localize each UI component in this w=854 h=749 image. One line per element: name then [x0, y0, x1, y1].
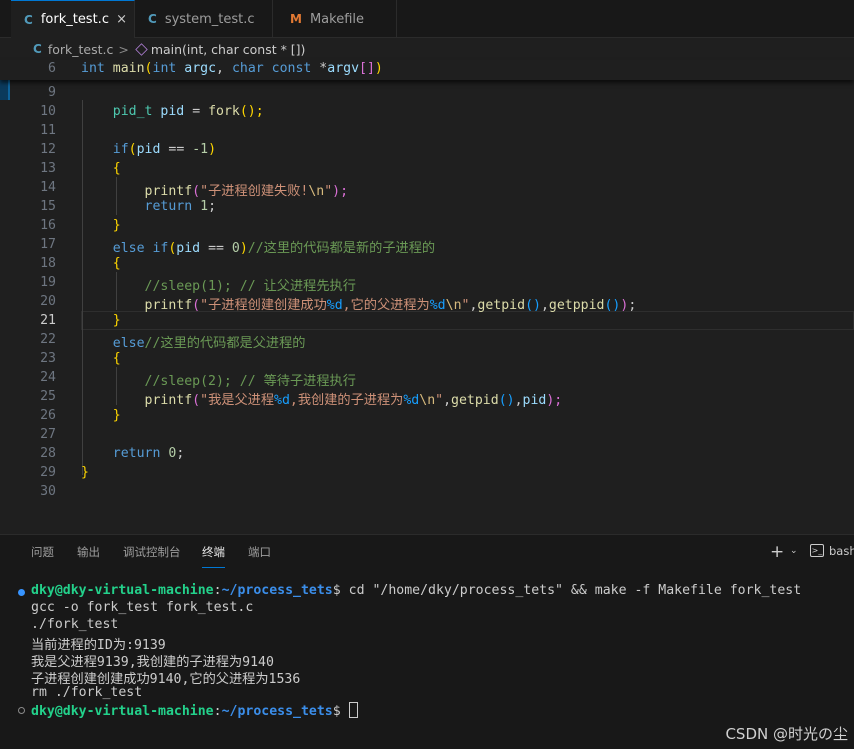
code-line-16: }: [112, 218, 121, 233]
terminal-line: dky@dky-virtual-machine:~/process_tets$ …: [31, 583, 802, 598]
terminal-output-line: ./fork_test: [31, 617, 119, 632]
line-number: 28: [40, 446, 56, 461]
line-number: 6: [48, 61, 56, 76]
code-editor[interactable]: 6 int main(int argc, char const *argv[])…: [0, 60, 854, 534]
tab-problems[interactable]: 问题: [31, 544, 54, 560]
breadcrumb-symbol[interactable]: main(int, char const * []): [151, 42, 306, 57]
new-terminal-plus-icon[interactable]: +: [770, 542, 784, 562]
terminal-shell-label[interactable]: bash: [829, 544, 854, 558]
tab-debug-console[interactable]: 调试控制台: [123, 544, 181, 560]
bottom-panel: 问题 输出 调试控制台 终端 端口 + ⌄ >_ bash dky@dky-vi…: [0, 534, 854, 749]
terminal-output-line: rm ./fork_test: [31, 685, 143, 700]
line-number: 17: [40, 237, 56, 252]
line-number: 18: [40, 256, 56, 271]
symbol-method-icon: [135, 42, 148, 56]
tab-label: fork_test.c: [40, 12, 109, 27]
tab-terminal[interactable]: 终端: [202, 544, 225, 568]
tab-makefile[interactable]: M Makefile: [273, 0, 397, 38]
sticky-scroll-header[interactable]: 6 int main(int argc, char const *argv[]): [0, 60, 854, 80]
editor-tab-bar: C fork_test.c × C system_test.c M Makefi…: [0, 0, 854, 38]
tab-output[interactable]: 输出: [77, 544, 100, 560]
code-line-15: return 1;: [144, 199, 217, 214]
line-number: 12: [40, 142, 56, 157]
watermark: CSDN @时光の尘: [725, 725, 848, 743]
tab-ports[interactable]: 端口: [248, 544, 271, 560]
close-icon[interactable]: ×: [116, 12, 127, 27]
line-number: 19: [40, 275, 56, 290]
line-number: 11: [40, 123, 56, 138]
line-number: 24: [40, 370, 56, 385]
line-number: 23: [40, 351, 56, 366]
line-number: 14: [40, 180, 56, 195]
tab-label: system_test.c: [164, 11, 255, 27]
code-line-20: printf("子进程创建创建成功%d,它的父进程为%d\n",getpid()…: [144, 298, 637, 313]
line-number: 16: [40, 218, 56, 233]
c-file-icon: C: [33, 42, 42, 56]
tab-system-test-c[interactable]: C system_test.c: [135, 0, 273, 38]
code-line-21: }: [112, 313, 121, 328]
c-file-icon: C: [24, 12, 33, 27]
breadcrumb: C fork_test.c > main(int, char const * […: [0, 38, 854, 60]
command-success-decoration-icon[interactable]: [18, 589, 25, 596]
terminal-output-line: gcc -o fork_test fork_test.c: [31, 600, 254, 615]
command-pending-decoration-icon[interactable]: [18, 707, 25, 714]
terminal-prompt-line[interactable]: dky@dky-virtual-machine:~/process_tets$: [31, 702, 358, 719]
line-number: 29: [40, 465, 56, 480]
code-line-29: }: [81, 465, 89, 480]
line-number: 30: [40, 484, 56, 499]
code-line-18: {: [112, 256, 121, 271]
chevron-down-icon[interactable]: ⌄: [790, 546, 798, 556]
line-number: 13: [40, 161, 56, 176]
current-line-highlight: [81, 311, 854, 330]
breadcrumb-file[interactable]: fork_test.c: [48, 42, 114, 57]
code-line-12: if(pid == -1): [112, 142, 217, 157]
code-line-24: //sleep(2); // 等待子进程执行: [144, 374, 356, 389]
c-file-icon: C: [148, 12, 157, 26]
code-line-10: pid_t pid = fork();: [112, 104, 264, 119]
line-number: 26: [40, 408, 56, 423]
tab-fork-test-c[interactable]: C fork_test.c ×: [11, 0, 135, 38]
gutter-change-marker: [0, 80, 10, 100]
line-number: 20: [40, 294, 56, 309]
makefile-icon: M: [290, 12, 302, 26]
sticky-code: int main(int argc, char const *argv[]): [81, 61, 383, 76]
code-line-13: {: [112, 161, 121, 176]
line-number: 9: [48, 85, 56, 100]
line-number: 25: [40, 389, 56, 404]
panel-tab-bar: 问题 输出 调试控制台 终端 端口 + ⌄ >_ bash: [0, 535, 854, 569]
code-line-23: {: [112, 351, 121, 366]
code-line-26: }: [112, 408, 121, 423]
line-number: 27: [40, 427, 56, 442]
tab-label: Makefile: [309, 11, 364, 27]
terminal-shell-icon: >_: [810, 544, 824, 557]
code-line-17: else if(pid == 0)//这里的代码都是新的子进程的: [112, 241, 436, 256]
code-line-19: //sleep(1); // 让父进程先执行: [144, 279, 356, 294]
line-number: 21: [40, 313, 56, 328]
code-line-14: printf("子进程创建失败!\n");: [144, 184, 349, 199]
code-line-22: else//这里的代码都是父进程的: [112, 336, 306, 351]
code-line-28: return 0;: [112, 446, 185, 461]
terminal-cursor: [348, 702, 358, 718]
code-line-25: printf("我是父进程%d,我创建的子进程为%d\n",getpid(),p…: [144, 393, 563, 408]
line-number: 22: [40, 332, 56, 347]
line-number: 15: [40, 199, 56, 214]
breadcrumb-separator: >: [118, 41, 129, 57]
line-number: 10: [40, 104, 56, 119]
